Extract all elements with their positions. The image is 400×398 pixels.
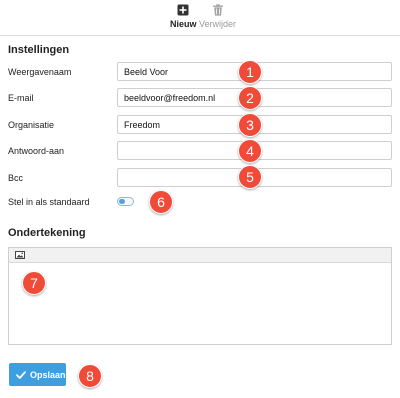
callout-badge-7: 7: [22, 271, 46, 295]
delete-button[interactable]: Verwijder: [199, 4, 236, 29]
delete-button-label: Verwijder: [199, 19, 237, 29]
settings-title: Instellingen: [8, 44, 70, 56]
signature-title: Ondertekening: [8, 227, 86, 239]
callout-badge-2: 2: [238, 86, 262, 110]
default-toggle[interactable]: [117, 197, 134, 206]
signature-text-area[interactable]: [9, 263, 391, 344]
display-name-label: Weergavenaam: [8, 67, 72, 77]
image-icon[interactable]: [15, 251, 25, 259]
default-label: Stel in als standaard: [8, 197, 90, 207]
callout-badge-1: 1: [238, 60, 262, 84]
reply-to-label: Antwoord-aan: [8, 146, 65, 156]
signature-editor: [8, 247, 392, 345]
callout-badge-3: 3: [238, 113, 262, 137]
trash-icon: [212, 4, 223, 16]
callout-badge-8: 8: [78, 364, 102, 388]
callout-badge-5: 5: [238, 165, 262, 189]
plus-square-icon: [177, 4, 189, 16]
toggle-knob: [119, 199, 125, 204]
callout-badge-6: 6: [149, 190, 173, 214]
callout-badge-4: 4: [238, 139, 262, 163]
toolbar: Nieuw Verwijder: [0, 0, 400, 36]
editor-toolbar: [9, 248, 391, 263]
email-label: E-mail: [8, 93, 34, 103]
check-icon: [16, 370, 26, 379]
organization-label: Organisatie: [8, 120, 55, 130]
save-button-label: Opslaan: [30, 369, 66, 380]
new-button[interactable]: Nieuw: [170, 4, 197, 29]
new-button-label: Nieuw: [170, 19, 197, 29]
save-button[interactable]: Opslaan: [9, 363, 66, 386]
bcc-label: Bcc: [8, 173, 24, 183]
